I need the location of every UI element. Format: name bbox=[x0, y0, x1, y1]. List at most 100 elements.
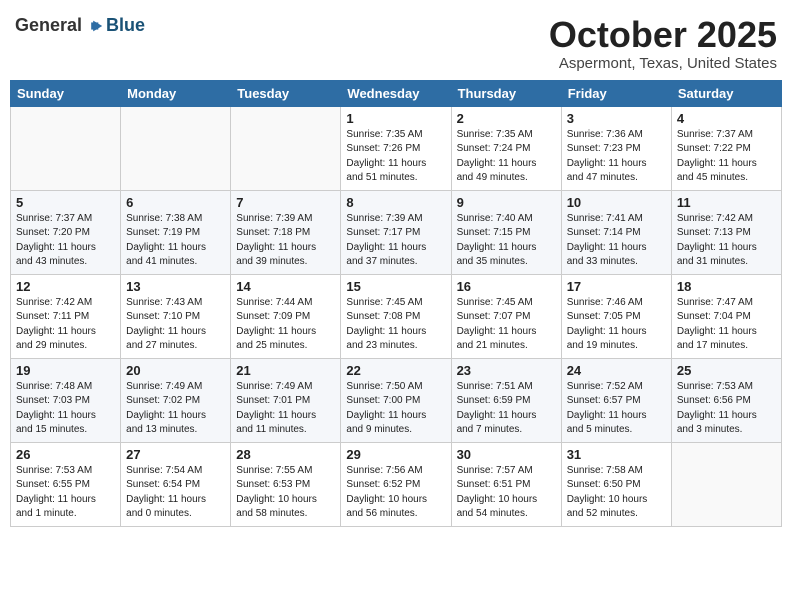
calendar-header-friday: Friday bbox=[561, 80, 671, 106]
day-info: Sunrise: 7:53 AM Sunset: 6:55 PM Dayligh… bbox=[16, 464, 115, 522]
calendar-cell: 7 Sunrise: 7:39 AM Sunset: 7:18 PM Daylig… bbox=[231, 190, 341, 274]
day-info: Sunrise: 7:43 AM Sunset: 7:10 PM Dayligh… bbox=[126, 296, 225, 354]
day-number: 29 bbox=[346, 447, 445, 462]
calendar-cell: 4 Sunrise: 7:37 AM Sunset: 7:22 PM Daylig… bbox=[671, 106, 781, 190]
day-info: Sunrise: 7:58 AM Sunset: 6:50 PM Dayligh… bbox=[567, 464, 666, 522]
calendar-header-tuesday: Tuesday bbox=[231, 80, 341, 106]
calendar-header-wednesday: Wednesday bbox=[341, 80, 451, 106]
calendar-cell: 5 Sunrise: 7:37 AM Sunset: 7:20 PM Daylig… bbox=[11, 190, 121, 274]
calendar-cell bbox=[11, 106, 121, 190]
day-number: 22 bbox=[346, 363, 445, 378]
day-number: 26 bbox=[16, 447, 115, 462]
calendar-cell bbox=[121, 106, 231, 190]
calendar-header-sunday: Sunday bbox=[11, 80, 121, 106]
calendar-cell: 29 Sunrise: 7:56 AM Sunset: 6:52 PM Dayli… bbox=[341, 442, 451, 526]
day-number: 7 bbox=[236, 195, 335, 210]
day-number: 2 bbox=[457, 111, 556, 126]
day-info: Sunrise: 7:52 AM Sunset: 6:57 PM Dayligh… bbox=[567, 380, 666, 438]
logo: General Blue bbox=[15, 15, 145, 36]
calendar-header-row: SundayMondayTuesdayWednesdayThursdayFrid… bbox=[11, 80, 782, 106]
day-info: Sunrise: 7:35 AM Sunset: 7:24 PM Dayligh… bbox=[457, 128, 556, 186]
day-number: 27 bbox=[126, 447, 225, 462]
calendar-header-saturday: Saturday bbox=[671, 80, 781, 106]
calendar-cell: 6 Sunrise: 7:38 AM Sunset: 7:19 PM Daylig… bbox=[121, 190, 231, 274]
calendar-week-row: 19 Sunrise: 7:48 AM Sunset: 7:03 PM Dayli… bbox=[11, 358, 782, 442]
location-subtitle: Aspermont, Texas, United States bbox=[549, 55, 777, 72]
day-info: Sunrise: 7:38 AM Sunset: 7:19 PM Dayligh… bbox=[126, 212, 225, 270]
calendar-cell: 24 Sunrise: 7:52 AM Sunset: 6:57 PM Dayli… bbox=[561, 358, 671, 442]
day-number: 20 bbox=[126, 363, 225, 378]
calendar-cell: 18Sunrise: 7:47 AM Sunset: 7:04 PM Dayli… bbox=[671, 274, 781, 358]
day-number: 24 bbox=[567, 363, 666, 378]
day-number: 8 bbox=[346, 195, 445, 210]
day-info: Sunrise: 7:48 AM Sunset: 7:03 PM Dayligh… bbox=[16, 380, 115, 438]
day-number: 13 bbox=[126, 279, 225, 294]
title-section: October 2025 Aspermont, Texas, United St… bbox=[549, 15, 777, 72]
day-info: Sunrise: 7:40 AM Sunset: 7:15 PM Dayligh… bbox=[457, 212, 556, 270]
calendar-header-thursday: Thursday bbox=[451, 80, 561, 106]
day-number: 5 bbox=[16, 195, 115, 210]
day-number: 14 bbox=[236, 279, 335, 294]
day-info: Sunrise: 7:49 AM Sunset: 7:02 PM Dayligh… bbox=[126, 380, 225, 438]
calendar-week-row: 26 Sunrise: 7:53 AM Sunset: 6:55 PM Dayli… bbox=[11, 442, 782, 526]
calendar-cell: 21Sunrise: 7:49 AM Sunset: 7:01 PM Dayli… bbox=[231, 358, 341, 442]
calendar-week-row: 1 Sunrise: 7:35 AM Sunset: 7:26 PM Daylig… bbox=[11, 106, 782, 190]
day-info: Sunrise: 7:45 AM Sunset: 7:08 PM Dayligh… bbox=[346, 296, 445, 354]
day-info: Sunrise: 7:51 AM Sunset: 6:59 PM Dayligh… bbox=[457, 380, 556, 438]
day-info: Sunrise: 7:56 AM Sunset: 6:52 PM Dayligh… bbox=[346, 464, 445, 522]
page-header: General Blue October 2025 Aspermont, Tex… bbox=[10, 10, 782, 72]
calendar-cell bbox=[671, 442, 781, 526]
day-number: 28 bbox=[236, 447, 335, 462]
day-info: Sunrise: 7:57 AM Sunset: 6:51 PM Dayligh… bbox=[457, 464, 556, 522]
day-info: Sunrise: 7:44 AM Sunset: 7:09 PM Dayligh… bbox=[236, 296, 335, 354]
day-number: 23 bbox=[457, 363, 556, 378]
day-info: Sunrise: 7:42 AM Sunset: 7:11 PM Dayligh… bbox=[16, 296, 115, 354]
calendar-cell: 3Sunrise: 7:36 AM Sunset: 7:23 PM Daylig… bbox=[561, 106, 671, 190]
calendar-cell: 12 Sunrise: 7:42 AM Sunset: 7:11 PM Dayli… bbox=[11, 274, 121, 358]
calendar-cell: 16 Sunrise: 7:45 AM Sunset: 7:07 PM Dayli… bbox=[451, 274, 561, 358]
calendar-cell: 26 Sunrise: 7:53 AM Sunset: 6:55 PM Dayli… bbox=[11, 442, 121, 526]
calendar-cell: 10Sunrise: 7:41 AM Sunset: 7:14 PM Dayli… bbox=[561, 190, 671, 274]
day-number: 1 bbox=[346, 111, 445, 126]
day-number: 9 bbox=[457, 195, 556, 210]
calendar-week-row: 12 Sunrise: 7:42 AM Sunset: 7:11 PM Dayli… bbox=[11, 274, 782, 358]
day-number: 30 bbox=[457, 447, 556, 462]
day-info: Sunrise: 7:39 AM Sunset: 7:18 PM Dayligh… bbox=[236, 212, 335, 270]
logo-icon bbox=[86, 17, 104, 35]
logo-blue-text: Blue bbox=[106, 15, 145, 36]
day-info: Sunrise: 7:45 AM Sunset: 7:07 PM Dayligh… bbox=[457, 296, 556, 354]
day-number: 31 bbox=[567, 447, 666, 462]
day-info: Sunrise: 7:54 AM Sunset: 6:54 PM Dayligh… bbox=[126, 464, 225, 522]
day-number: 4 bbox=[677, 111, 776, 126]
calendar-cell: 19 Sunrise: 7:48 AM Sunset: 7:03 PM Dayli… bbox=[11, 358, 121, 442]
calendar-cell: 17 Sunrise: 7:46 AM Sunset: 7:05 PM Dayli… bbox=[561, 274, 671, 358]
day-info: Sunrise: 7:39 AM Sunset: 7:17 PM Dayligh… bbox=[346, 212, 445, 270]
day-number: 17 bbox=[567, 279, 666, 294]
day-info: Sunrise: 7:46 AM Sunset: 7:05 PM Dayligh… bbox=[567, 296, 666, 354]
calendar-cell: 20 Sunrise: 7:49 AM Sunset: 7:02 PM Dayli… bbox=[121, 358, 231, 442]
calendar-cell: 27 Sunrise: 7:54 AM Sunset: 6:54 PM Dayli… bbox=[121, 442, 231, 526]
calendar-cell: 13 Sunrise: 7:43 AM Sunset: 7:10 PM Dayli… bbox=[121, 274, 231, 358]
calendar-cell: 8 Sunrise: 7:39 AM Sunset: 7:17 PM Daylig… bbox=[341, 190, 451, 274]
calendar-cell: 25Sunrise: 7:53 AM Sunset: 6:56 PM Dayli… bbox=[671, 358, 781, 442]
calendar-cell bbox=[231, 106, 341, 190]
calendar-cell: 2 Sunrise: 7:35 AM Sunset: 7:24 PM Daylig… bbox=[451, 106, 561, 190]
day-number: 12 bbox=[16, 279, 115, 294]
day-info: Sunrise: 7:41 AM Sunset: 7:14 PM Dayligh… bbox=[567, 212, 666, 270]
calendar-cell: 9 Sunrise: 7:40 AM Sunset: 7:15 PM Daylig… bbox=[451, 190, 561, 274]
day-number: 19 bbox=[16, 363, 115, 378]
calendar-cell: 28Sunrise: 7:55 AM Sunset: 6:53 PM Dayli… bbox=[231, 442, 341, 526]
calendar-cell: 15Sunrise: 7:45 AM Sunset: 7:08 PM Dayli… bbox=[341, 274, 451, 358]
day-number: 16 bbox=[457, 279, 556, 294]
calendar-cell: 1 Sunrise: 7:35 AM Sunset: 7:26 PM Daylig… bbox=[341, 106, 451, 190]
day-info: Sunrise: 7:37 AM Sunset: 7:22 PM Dayligh… bbox=[677, 128, 776, 186]
day-info: Sunrise: 7:47 AM Sunset: 7:04 PM Dayligh… bbox=[677, 296, 776, 354]
day-info: Sunrise: 7:50 AM Sunset: 7:00 PM Dayligh… bbox=[346, 380, 445, 438]
day-info: Sunrise: 7:37 AM Sunset: 7:20 PM Dayligh… bbox=[16, 212, 115, 270]
calendar-cell: 31 Sunrise: 7:58 AM Sunset: 6:50 PM Dayli… bbox=[561, 442, 671, 526]
calendar-cell: 11Sunrise: 7:42 AM Sunset: 7:13 PM Dayli… bbox=[671, 190, 781, 274]
calendar-cell: 30 Sunrise: 7:57 AM Sunset: 6:51 PM Dayli… bbox=[451, 442, 561, 526]
day-info: Sunrise: 7:35 AM Sunset: 7:26 PM Dayligh… bbox=[346, 128, 445, 186]
day-number: 6 bbox=[126, 195, 225, 210]
calendar-cell: 14 Sunrise: 7:44 AM Sunset: 7:09 PM Dayli… bbox=[231, 274, 341, 358]
